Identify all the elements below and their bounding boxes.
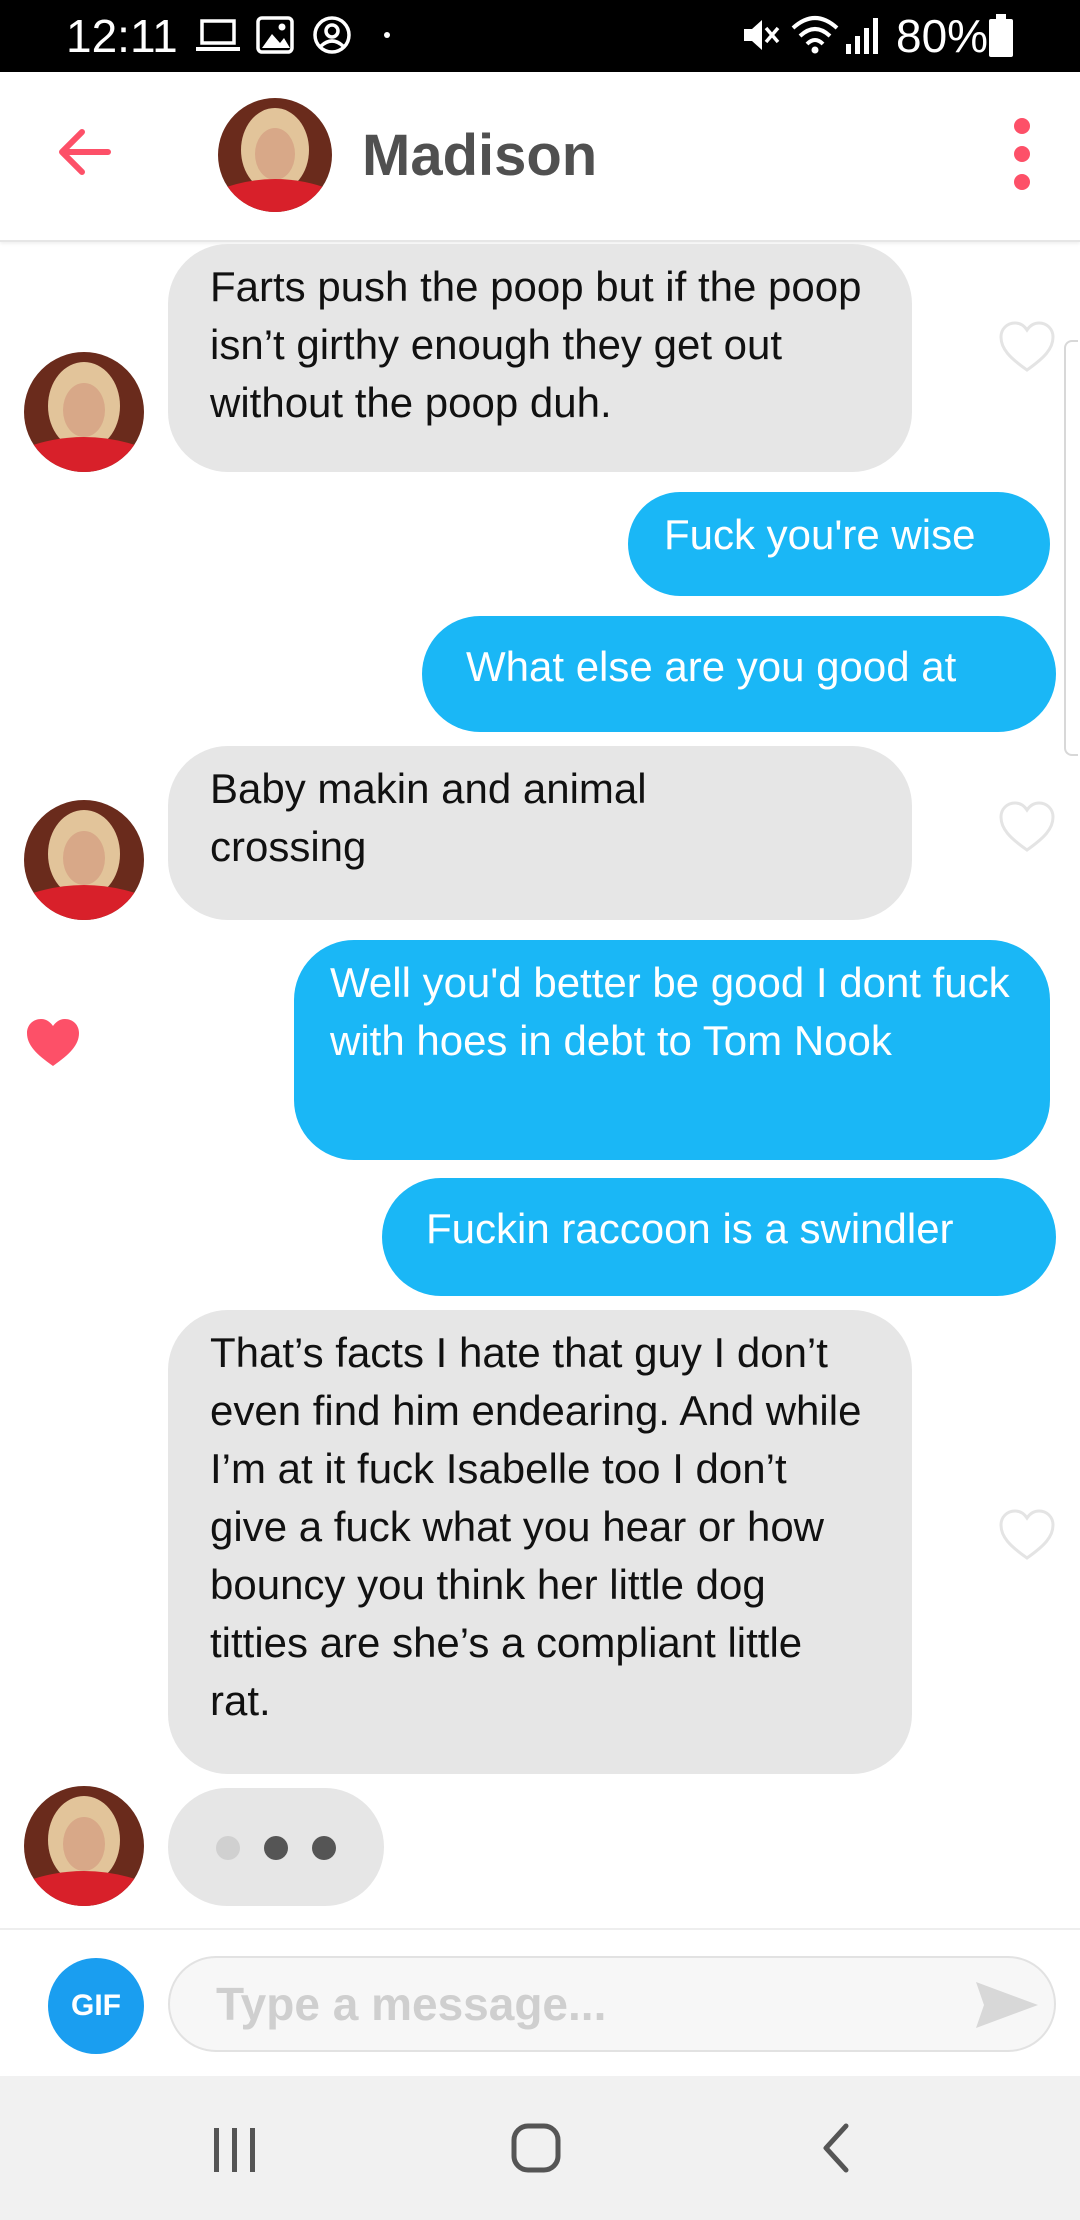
laptop-icon (196, 19, 240, 51)
home-icon[interactable] (510, 2122, 562, 2174)
heart-outline-icon[interactable] (998, 800, 1056, 854)
mute-icon (744, 20, 780, 50)
back-icon[interactable] (818, 2122, 854, 2174)
chat-header: Madison (0, 72, 1080, 242)
heart-liked-icon[interactable] (24, 1016, 82, 1070)
gif-button[interactable]: GIF (48, 1958, 144, 2054)
heart-outline-icon[interactable] (998, 320, 1056, 374)
message-text: That’s facts I hate that guy I don’t eve… (210, 1329, 862, 1724)
heart-outline-icon[interactable] (998, 1508, 1056, 1562)
system-nav-bar (0, 2076, 1080, 2220)
typing-indicator (168, 1788, 384, 1906)
typing-dot (312, 1836, 336, 1860)
signal-icon (846, 18, 878, 54)
battery-percentage: 80% (896, 10, 989, 62)
contact-name[interactable]: Madison (362, 120, 597, 192)
message-text: Fuck you're wise (664, 511, 976, 558)
account-icon (313, 16, 351, 54)
typing-dot (216, 1836, 240, 1860)
battery-icon (989, 14, 1013, 57)
send-icon[interactable] (974, 1978, 1040, 2032)
avatar[interactable] (24, 800, 144, 920)
message-bubble-outgoing[interactable]: What else are you good at (422, 616, 1056, 732)
typing-dot (264, 1836, 288, 1860)
status-bar: 12:11 80% (0, 0, 1080, 72)
message-bubble-outgoing[interactable]: Fuck you're wise (628, 492, 1050, 596)
wifi-icon (791, 16, 839, 54)
back-arrow-icon[interactable] (56, 124, 112, 180)
recent-apps-icon[interactable] (210, 2126, 260, 2174)
message-text: Baby makin and animal crossing (210, 765, 647, 870)
message-bubble-incoming[interactable]: Farts push the poop but if the poop isn’… (168, 244, 912, 472)
message-bubble-outgoing[interactable]: Fuckin raccoon is a swindler (382, 1178, 1056, 1296)
avatar[interactable] (24, 352, 144, 472)
message-text: Farts push the poop but if the poop isn’… (210, 263, 862, 426)
message-text: Fuckin raccoon is a swindler (426, 1205, 954, 1252)
more-vertical-icon[interactable] (1008, 116, 1036, 192)
avatar[interactable] (24, 1786, 144, 1906)
notification-dot (384, 32, 390, 38)
status-time: 12:11 (66, 10, 178, 62)
message-placeholder: Type a message... (216, 1978, 607, 2030)
message-bubble-outgoing[interactable]: Well you'd better be good I dont fuck wi… (294, 940, 1050, 1160)
message-bubble-incoming[interactable]: That’s facts I hate that guy I don’t eve… (168, 1310, 912, 1774)
scrollbar[interactable] (1064, 340, 1078, 756)
contact-avatar[interactable] (218, 98, 332, 212)
message-text: Well you'd better be good I dont fuck wi… (330, 959, 1010, 1064)
message-bubble-incoming[interactable]: Baby makin and animal crossing (168, 746, 912, 920)
message-input[interactable]: Type a message... (168, 1956, 1056, 2052)
message-text: What else are you good at (466, 643, 957, 690)
gallery-icon (256, 16, 294, 54)
